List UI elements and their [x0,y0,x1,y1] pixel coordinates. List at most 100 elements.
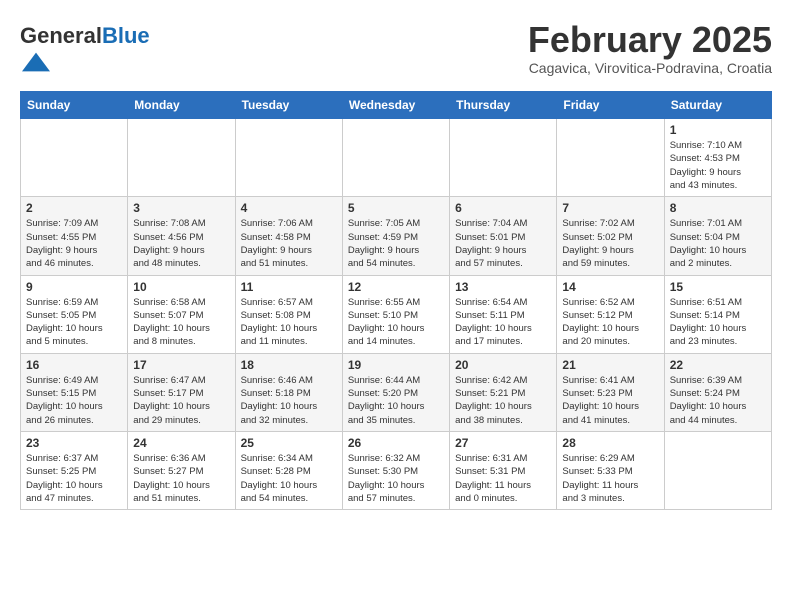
day-number: 3 [133,201,229,215]
weekday-tuesday: Tuesday [235,92,342,119]
day-number: 21 [562,358,658,372]
day-number: 5 [348,201,444,215]
day-info: Sunrise: 6:55 AM Sunset: 5:10 PM Dayligh… [348,296,444,349]
day-info: Sunrise: 6:44 AM Sunset: 5:20 PM Dayligh… [348,374,444,427]
day-number: 22 [670,358,766,372]
calendar-cell: 10Sunrise: 6:58 AM Sunset: 5:07 PM Dayli… [128,275,235,353]
day-number: 14 [562,280,658,294]
day-number: 23 [26,436,122,450]
calendar-cell: 17 Sunrise: 6:47 AM Sunset: 5:17 PM Dayli… [128,353,235,431]
day-number: 18 [241,358,337,372]
day-info: Sunrise: 6:49 AM Sunset: 5:15 PM Dayligh… [26,374,122,427]
calendar-cell: 23 Sunrise: 6:37 AM Sunset: 5:25 PM Dayli… [21,431,128,509]
week-row-5: 23 Sunrise: 6:37 AM Sunset: 5:25 PM Dayli… [21,431,772,509]
day-info: Sunrise: 7:05 AM Sunset: 4:59 PM Dayligh… [348,217,444,270]
day-number: 17 [133,358,229,372]
day-info: Sunrise: 6:59 AM Sunset: 5:05 PM Dayligh… [26,296,122,349]
calendar-cell: 3 Sunrise: 7:08 AM Sunset: 4:56 PM Daylig… [128,197,235,275]
calendar-cell: 12 Sunrise: 6:55 AM Sunset: 5:10 PM Dayli… [342,275,449,353]
day-info: Sunrise: 7:06 AM Sunset: 4:58 PM Dayligh… [241,217,337,270]
day-number: 10 [133,280,229,294]
week-row-3: 9 Sunrise: 6:59 AM Sunset: 5:05 PM Daylig… [21,275,772,353]
day-number: 16 [26,358,122,372]
calendar-cell: 26 Sunrise: 6:32 AM Sunset: 5:30 PM Dayli… [342,431,449,509]
day-info: Sunrise: 6:37 AM Sunset: 5:25 PM Dayligh… [26,452,122,505]
day-info: Sunrise: 7:02 AM Sunset: 5:02 PM Dayligh… [562,217,658,270]
calendar-cell: 1 Sunrise: 7:10 AM Sunset: 4:53 PM Daylig… [664,119,771,197]
day-info: Sunrise: 7:01 AM Sunset: 5:04 PM Dayligh… [670,217,766,270]
day-info: Sunrise: 6:36 AM Sunset: 5:27 PM Dayligh… [133,452,229,505]
calendar-cell: 22 Sunrise: 6:39 AM Sunset: 5:24 PM Dayli… [664,353,771,431]
calendar-cell: 14Sunrise: 6:52 AM Sunset: 5:12 PM Dayli… [557,275,664,353]
calendar-cell: 28 Sunrise: 6:29 AM Sunset: 5:33 PM Dayli… [557,431,664,509]
day-number: 2 [26,201,122,215]
calendar-cell [450,119,557,197]
day-number: 28 [562,436,658,450]
calendar-cell: 5 Sunrise: 7:05 AM Sunset: 4:59 PM Daylig… [342,197,449,275]
day-info: Sunrise: 6:57 AM Sunset: 5:08 PM Dayligh… [241,296,337,349]
day-info: Sunrise: 6:34 AM Sunset: 5:28 PM Dayligh… [241,452,337,505]
calendar-table: SundayMondayTuesdayWednesdayThursdayFrid… [20,91,772,510]
weekday-header-row: SundayMondayTuesdayWednesdayThursdayFrid… [21,92,772,119]
calendar-subtitle: Cagavica, Virovitica-Podravina, Croatia [528,60,772,76]
day-number: 1 [670,123,766,137]
day-info: Sunrise: 6:46 AM Sunset: 5:18 PM Dayligh… [241,374,337,427]
calendar-cell [557,119,664,197]
calendar-cell [664,431,771,509]
logo-general-text: General [20,23,102,48]
calendar-cell: 9 Sunrise: 6:59 AM Sunset: 5:05 PM Daylig… [21,275,128,353]
day-info: Sunrise: 6:29 AM Sunset: 5:33 PM Dayligh… [562,452,658,505]
calendar-cell: 25 Sunrise: 6:34 AM Sunset: 5:28 PM Dayli… [235,431,342,509]
logo-icon [22,48,50,76]
day-number: 13 [455,280,551,294]
day-info: Sunrise: 6:41 AM Sunset: 5:23 PM Dayligh… [562,374,658,427]
calendar-cell: 18 Sunrise: 6:46 AM Sunset: 5:18 PM Dayli… [235,353,342,431]
weekday-wednesday: Wednesday [342,92,449,119]
day-number: 11 [241,280,337,294]
calendar-cell: 16 Sunrise: 6:49 AM Sunset: 5:15 PM Dayli… [21,353,128,431]
day-number: 7 [562,201,658,215]
day-number: 19 [348,358,444,372]
day-number: 8 [670,201,766,215]
day-info: Sunrise: 7:08 AM Sunset: 4:56 PM Dayligh… [133,217,229,270]
day-info: Sunrise: 6:32 AM Sunset: 5:30 PM Dayligh… [348,452,444,505]
week-row-4: 16 Sunrise: 6:49 AM Sunset: 5:15 PM Dayli… [21,353,772,431]
calendar-cell: 27 Sunrise: 6:31 AM Sunset: 5:31 PM Dayli… [450,431,557,509]
calendar-cell [342,119,449,197]
day-number: 25 [241,436,337,450]
day-number: 26 [348,436,444,450]
day-info: Sunrise: 7:09 AM Sunset: 4:55 PM Dayligh… [26,217,122,270]
day-number: 4 [241,201,337,215]
day-number: 20 [455,358,551,372]
weekday-thursday: Thursday [450,92,557,119]
calendar-cell [21,119,128,197]
logo: GeneralBlue [20,24,150,81]
day-info: Sunrise: 6:51 AM Sunset: 5:14 PM Dayligh… [670,296,766,349]
day-info: Sunrise: 6:42 AM Sunset: 5:21 PM Dayligh… [455,374,551,427]
weekday-friday: Friday [557,92,664,119]
day-info: Sunrise: 6:31 AM Sunset: 5:31 PM Dayligh… [455,452,551,505]
day-number: 24 [133,436,229,450]
weekday-monday: Monday [128,92,235,119]
weekday-sunday: Sunday [21,92,128,119]
title-block: February 2025 Cagavica, Virovitica-Podra… [528,20,772,76]
logo-blue-text: Blue [102,23,150,48]
day-info: Sunrise: 6:39 AM Sunset: 5:24 PM Dayligh… [670,374,766,427]
calendar-cell: 11 Sunrise: 6:57 AM Sunset: 5:08 PM Dayli… [235,275,342,353]
calendar-cell: 7 Sunrise: 7:02 AM Sunset: 5:02 PM Daylig… [557,197,664,275]
day-number: 15 [670,280,766,294]
calendar-cell: 6 Sunrise: 7:04 AM Sunset: 5:01 PM Daylig… [450,197,557,275]
calendar-cell: 21 Sunrise: 6:41 AM Sunset: 5:23 PM Dayli… [557,353,664,431]
day-number: 27 [455,436,551,450]
week-row-2: 2 Sunrise: 7:09 AM Sunset: 4:55 PM Daylig… [21,197,772,275]
calendar-cell: 24 Sunrise: 6:36 AM Sunset: 5:27 PM Dayli… [128,431,235,509]
day-number: 6 [455,201,551,215]
calendar-cell: 13Sunrise: 6:54 AM Sunset: 5:11 PM Dayli… [450,275,557,353]
day-number: 9 [26,280,122,294]
day-info: Sunrise: 6:47 AM Sunset: 5:17 PM Dayligh… [133,374,229,427]
day-info: Sunrise: 7:10 AM Sunset: 4:53 PM Dayligh… [670,139,766,192]
day-info: Sunrise: 7:04 AM Sunset: 5:01 PM Dayligh… [455,217,551,270]
day-number: 12 [348,280,444,294]
calendar-cell: 20 Sunrise: 6:42 AM Sunset: 5:21 PM Dayli… [450,353,557,431]
calendar-cell: 19 Sunrise: 6:44 AM Sunset: 5:20 PM Dayli… [342,353,449,431]
